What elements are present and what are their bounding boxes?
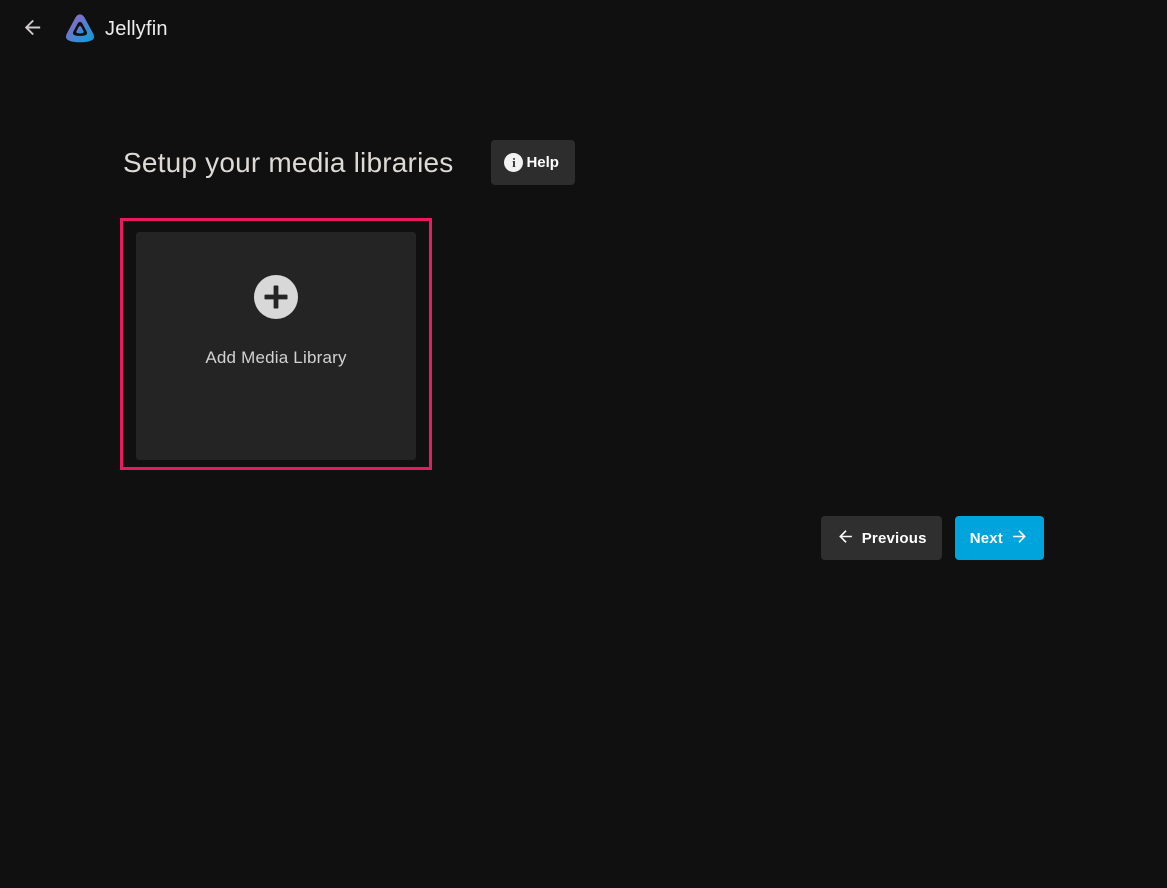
add-library-label: Add Media Library	[205, 348, 346, 368]
next-button-label: Next	[970, 530, 1003, 547]
heading-row: Setup your media libraries i Help	[123, 140, 1044, 185]
app-header: Jellyfin	[0, 0, 1167, 58]
add-library-card-highlight: Add Media Library	[120, 218, 432, 470]
arrow-left-icon	[836, 527, 855, 550]
library-cards-row: Add Media Library	[123, 218, 1044, 470]
help-button-label: Help	[526, 154, 559, 171]
previous-button-label: Previous	[862, 530, 927, 547]
jellyfin-logo-icon	[63, 12, 97, 46]
previous-button[interactable]: Previous	[821, 516, 942, 560]
app-name: Jellyfin	[105, 18, 168, 41]
next-button[interactable]: Next	[955, 516, 1044, 560]
info-icon: i	[504, 153, 523, 172]
back-button[interactable]	[15, 12, 49, 46]
page-title: Setup your media libraries	[123, 147, 453, 179]
arrow-back-icon	[21, 16, 44, 42]
help-button[interactable]: i Help	[491, 140, 575, 185]
jellyfin-logo: Jellyfin	[63, 12, 168, 46]
arrow-right-icon	[1010, 527, 1029, 550]
wizard-content: Setup your media libraries i Help Add Me…	[123, 140, 1044, 560]
add-library-card[interactable]: Add Media Library	[136, 232, 416, 460]
wizard-nav-buttons: Previous Next	[123, 516, 1044, 560]
plus-icon	[254, 275, 298, 319]
